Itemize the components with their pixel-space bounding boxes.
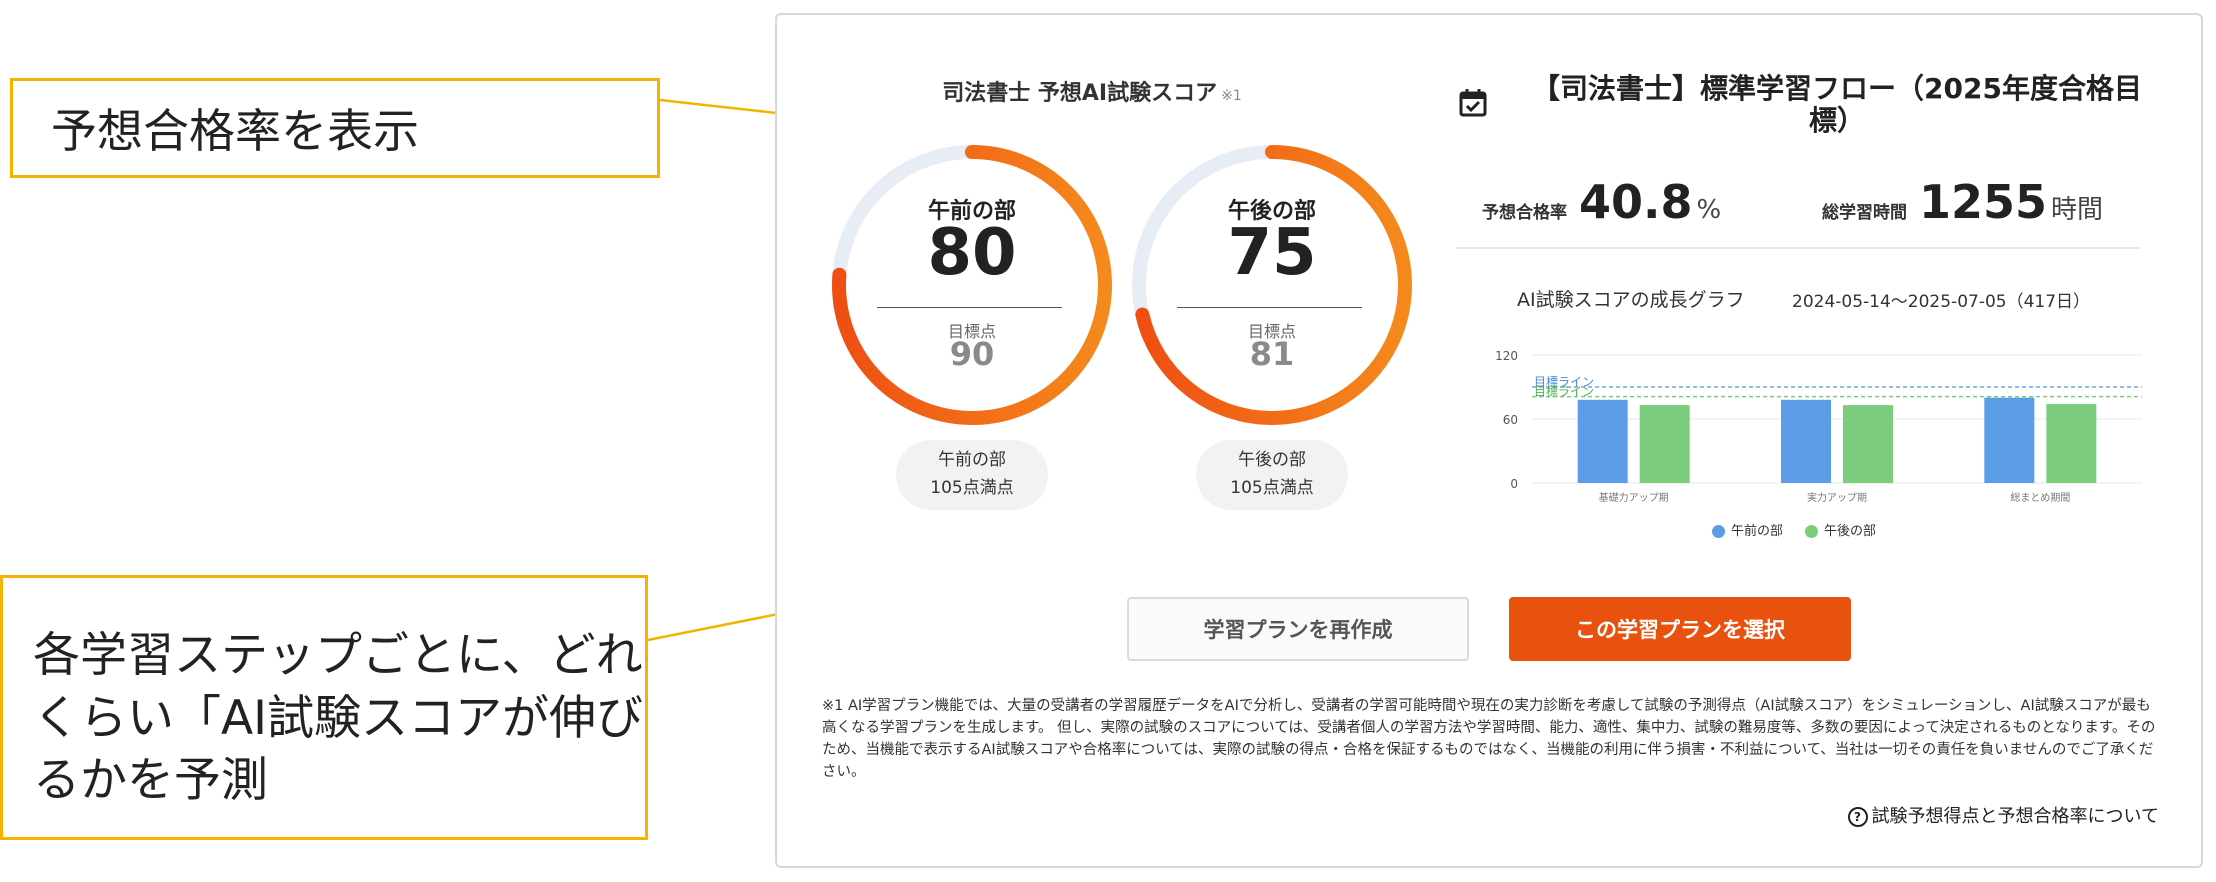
x-tick-label: 実力アップ期 bbox=[1807, 491, 1867, 504]
study-hours-label: 総学習時間 bbox=[1822, 203, 1907, 223]
pass-rate-label: 予想合格率 bbox=[1482, 203, 1567, 223]
x-tick-label: 基礎力アップ期 bbox=[1599, 491, 1669, 504]
legend-label: 午後の部 bbox=[1824, 524, 1877, 539]
pill-section: 午後の部 bbox=[1238, 450, 1306, 470]
legend-dot bbox=[1712, 525, 1725, 538]
recreate-plan-button[interactable]: 学習プランを再作成 bbox=[1127, 597, 1469, 661]
pass-rate-unit: % bbox=[1696, 195, 1722, 225]
legend-item: 午後の部 bbox=[1805, 520, 1876, 539]
pill-max: 105点満点 bbox=[930, 478, 1014, 498]
help-link[interactable]: ? 試験予想得点と予想合格率について bbox=[1847, 802, 2159, 828]
pass-rate-stat: 予想合格率 40.8% bbox=[1482, 175, 1721, 229]
y-tick-label: 60 bbox=[1503, 413, 1518, 427]
study-hours-unit: 時間 bbox=[2051, 195, 2104, 225]
bar bbox=[1984, 397, 2035, 483]
bar bbox=[2046, 404, 2097, 483]
gauge-score: 75 bbox=[1227, 216, 1317, 290]
disclaimer-text: ※1 AI学習プラン機能では、大量の受講者の学習履歴データをAIで分析し、受講者… bbox=[822, 698, 2156, 780]
bar bbox=[1577, 399, 1628, 483]
pill-section: 午前の部 bbox=[938, 450, 1006, 470]
chart-date-range: 2024-05-14～2025-07-05（417日） bbox=[1792, 292, 2091, 312]
flow-title: 【司法書士】標準学習フロー（2025年度合格目標） bbox=[1532, 72, 2142, 137]
target-line-label: 目標ライン bbox=[1534, 385, 1594, 399]
score-section-title: 司法書士 予想AI試験スコア ※1 bbox=[822, 75, 1362, 107]
chart-legend: 午前の部 午後の部 bbox=[1712, 520, 1898, 539]
gauge-divider bbox=[877, 307, 1062, 308]
study-hours-stat: 総学習時間 1255 時間 bbox=[1822, 175, 2103, 229]
study-plan-card: 司法書士 予想AI試験スコア ※1 午前の部 80 目標点 90 午前の部 10… bbox=[775, 13, 2203, 868]
help-link-text: 試験予想得点と予想合格率について bbox=[1871, 806, 2159, 827]
legend-label: 午前の部 bbox=[1731, 524, 1784, 539]
bar bbox=[1781, 399, 1831, 483]
select-plan-button[interactable]: この学習プランを選択 bbox=[1509, 597, 1851, 661]
score-title-note: ※1 bbox=[1221, 88, 1242, 104]
question-circle-icon: ? bbox=[1847, 807, 1868, 827]
gauge-divider bbox=[1177, 307, 1362, 308]
legend-dot bbox=[1805, 525, 1819, 538]
callout-score-growth-text: 各学習ステップごとに、どれくらい「AI試験スコアが伸びるかを予測 bbox=[33, 628, 644, 808]
y-tick-label: 120 bbox=[1495, 349, 1518, 363]
gauge-morning-max-pill: 午前の部 105点満点 bbox=[896, 440, 1048, 510]
chart-title: AI試験スコアの成長グラフ bbox=[1517, 289, 1745, 311]
pass-rate-value: 40.8 bbox=[1579, 175, 1693, 229]
gauge-score: 80 bbox=[927, 216, 1017, 290]
gauge-target: 81 bbox=[1249, 335, 1295, 373]
score-title-text: 司法書士 予想AI試験スコア bbox=[942, 81, 1218, 106]
study-hours-value: 1255 bbox=[1919, 175, 2048, 229]
callout-pass-rate: 予想合格率を表示 bbox=[10, 78, 660, 178]
gauge-target: 90 bbox=[949, 335, 995, 373]
callout-score-growth: 各学習ステップごとに、どれくらい「AI試験スコアが伸びるかを予測 bbox=[0, 575, 648, 840]
bar bbox=[1843, 405, 1893, 483]
gauge-afternoon-max-pill: 午後の部 105点満点 bbox=[1196, 440, 1348, 510]
calendar-check-icon bbox=[1459, 89, 1487, 117]
y-tick-label: 0 bbox=[1510, 477, 1518, 491]
x-tick-label: 総まとめ期間 bbox=[2010, 491, 2070, 504]
bar bbox=[1639, 405, 1690, 483]
score-growth-chart: 060120目標ライン目標ライン基礎力アップ期 実力アップ期 総まとめ期間 bbox=[1495, 349, 2142, 504]
gauge-morning: 午前の部 80 目標点 90 bbox=[822, 135, 1122, 435]
pill-max: 105点満点 bbox=[1230, 478, 1314, 498]
callout-pass-rate-text: 予想合格率を表示 bbox=[51, 104, 419, 158]
gauge-afternoon: 午後の部 75 目標点 81 bbox=[1122, 135, 1422, 435]
legend-item: 午前の部 bbox=[1712, 520, 1783, 539]
stats-divider bbox=[1457, 247, 2140, 249]
